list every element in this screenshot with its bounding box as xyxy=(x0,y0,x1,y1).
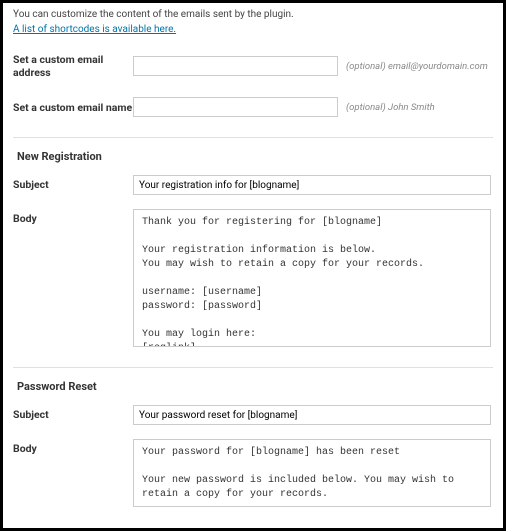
section-title-new-registration: New Registration xyxy=(17,150,493,163)
custom-email-address-input[interactable] xyxy=(133,56,338,76)
intro-text: You can customize the content of the ema… xyxy=(13,9,493,20)
new-reg-subject-label: Subject xyxy=(13,175,133,191)
new-reg-subject-input[interactable] xyxy=(133,175,491,195)
new-reg-body-row: Body xyxy=(13,209,493,347)
pwd-reset-body-row: Body xyxy=(13,439,493,507)
custom-email-name-label: Set a custom email name xyxy=(13,101,133,114)
new-reg-subject-row: Subject xyxy=(13,175,493,195)
custom-email-address-row: Set a custom email address (optional) em… xyxy=(13,53,493,79)
divider xyxy=(13,137,493,138)
pwd-reset-subject-input[interactable] xyxy=(133,405,491,425)
custom-email-name-hint: (optional) John Smith xyxy=(346,102,435,113)
custom-email-address-label: Set a custom email address xyxy=(13,53,133,79)
new-reg-body-textarea[interactable] xyxy=(133,209,491,347)
divider xyxy=(13,367,493,368)
section-title-password-reset: Password Reset xyxy=(17,380,493,393)
pwd-reset-subject-label: Subject xyxy=(13,405,133,421)
custom-email-name-input[interactable] xyxy=(133,97,338,117)
custom-email-address-hint: (optional) email@yourdomain.com xyxy=(346,61,488,72)
custom-email-name-row: Set a custom email name (optional) John … xyxy=(13,97,493,117)
pwd-reset-body-label: Body xyxy=(13,439,133,455)
pwd-reset-subject-row: Subject xyxy=(13,405,493,425)
shortcodes-link[interactable]: A list of shortcodes is available here. xyxy=(13,24,176,35)
new-reg-body-label: Body xyxy=(13,209,133,225)
pwd-reset-body-textarea[interactable] xyxy=(133,439,491,507)
